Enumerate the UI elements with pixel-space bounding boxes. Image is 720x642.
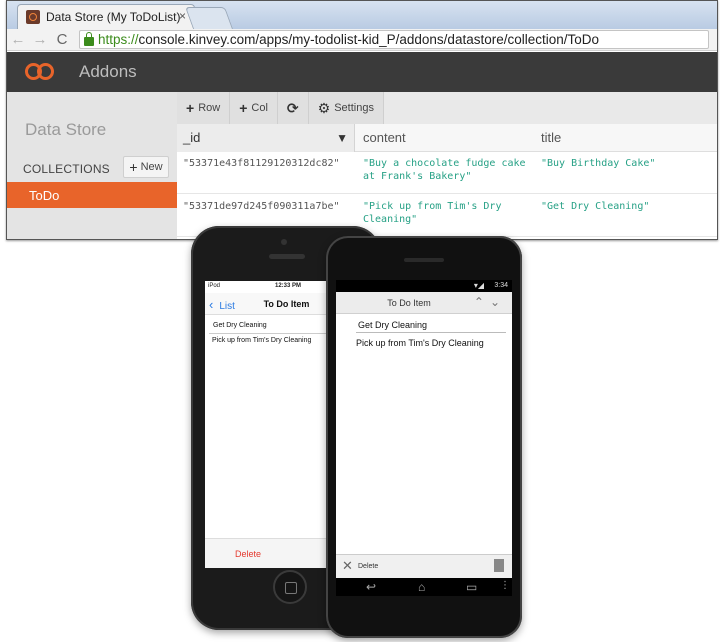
tab-strip: Data Store (My ToDoList) × bbox=[7, 1, 717, 29]
tab-title: Data Store (My ToDoList) bbox=[46, 10, 181, 24]
column-header-content[interactable]: content bbox=[357, 124, 535, 152]
browser-window: Data Store (My ToDoList) × ← → C https:/… bbox=[6, 0, 718, 240]
content-line: Cleaning" bbox=[363, 213, 418, 225]
grid-toolbar: + Row + Col ⟳ ⚙ Settings bbox=[177, 92, 717, 124]
home-button[interactable] bbox=[273, 570, 307, 604]
android-screen: ▾◢ 3:34 To Do Item ⌃⌄ Get Dry Cleaning P… bbox=[336, 280, 512, 596]
title-cell: "Buy Birthday Cake" bbox=[541, 158, 656, 169]
note-icon[interactable] bbox=[494, 559, 504, 572]
url-scheme: https:// bbox=[98, 32, 139, 47]
refresh-button[interactable]: ⟳ bbox=[278, 92, 309, 124]
column-header-id[interactable]: _id ▼ bbox=[177, 124, 355, 152]
add-column-button[interactable]: + Col bbox=[230, 92, 278, 124]
front-camera bbox=[281, 239, 287, 245]
content-cell: "Buy a chocolate fudge cake at Frank's B… bbox=[363, 158, 526, 183]
id-cell: "53371de97d245f090311a7be" bbox=[183, 201, 340, 212]
table-row[interactable]: "53371e43f81129120312dc82" "Buy a chocol… bbox=[177, 152, 717, 194]
close-icon[interactable]: ✕ bbox=[342, 558, 353, 574]
android-status-bar: ▾◢ 3:34 bbox=[336, 280, 512, 292]
address-bar[interactable]: https:// console.kinvey.com/apps/my-todo… bbox=[79, 30, 709, 49]
android-nav-bar: ↩ ⌂ ▭ ⋮ bbox=[336, 578, 512, 596]
back-arrow-icon[interactable]: ← bbox=[7, 31, 29, 48]
content-field[interactable]: Pick up from Tim's Dry Cleaning bbox=[356, 338, 484, 348]
sort-down-icon[interactable]: ▼ bbox=[336, 124, 348, 152]
new-button-label: New bbox=[140, 161, 163, 173]
column-header-title[interactable]: title bbox=[535, 124, 715, 152]
home-softkey-icon[interactable]: ⌂ bbox=[418, 580, 425, 594]
delete-button[interactable]: Delete bbox=[358, 563, 378, 570]
android-device: ▾◢ 3:34 To Do Item ⌃⌄ Get Dry Cleaning P… bbox=[326, 236, 522, 638]
overflow-menu-icon[interactable]: ⋮ bbox=[500, 580, 510, 591]
browser-tab-active[interactable]: Data Store (My ToDoList) × bbox=[17, 4, 195, 29]
divider bbox=[356, 332, 506, 333]
delete-button[interactable]: Delete bbox=[235, 549, 261, 559]
forward-arrow-icon[interactable]: → bbox=[29, 31, 51, 48]
back-softkey-icon[interactable]: ↩ bbox=[366, 580, 376, 594]
refresh-icon: ⟳ bbox=[286, 99, 299, 116]
status-time: 3:34 bbox=[494, 282, 508, 289]
add-column-label: Col bbox=[251, 102, 268, 114]
plus-icon: + bbox=[129, 159, 138, 175]
earpiece-speaker bbox=[404, 258, 444, 262]
app-header: Addons bbox=[7, 52, 717, 92]
sidebar-item-todo[interactable]: ToDo bbox=[7, 182, 177, 208]
earpiece-speaker bbox=[269, 254, 305, 259]
kinvey-favicon-icon bbox=[26, 10, 40, 24]
sidebar-title: Data Store bbox=[25, 120, 107, 139]
column-header-label: _id bbox=[183, 130, 201, 145]
add-row-button[interactable]: + Row bbox=[177, 92, 231, 124]
android-action-bar: To Do Item ⌃⌄ bbox=[336, 292, 512, 314]
lock-icon bbox=[84, 32, 94, 46]
new-tab-button[interactable] bbox=[184, 7, 234, 29]
status-time: 12:33 PM bbox=[275, 283, 302, 289]
kinvey-logo-icon[interactable] bbox=[23, 60, 59, 84]
sidebar: Data Store COLLECTIONS + New ToDo bbox=[7, 92, 177, 239]
signal-icon: ▾◢ bbox=[473, 281, 484, 290]
id-cell: "53371e43f81129120312dc82" bbox=[183, 158, 340, 169]
content-line: "Pick up from Tim's Dry bbox=[363, 201, 502, 212]
close-tab-icon[interactable]: × bbox=[179, 9, 186, 23]
title-field[interactable]: Get Dry Cleaning bbox=[213, 322, 267, 329]
new-collection-button[interactable]: + New bbox=[123, 156, 169, 178]
recents-softkey-icon[interactable]: ▭ bbox=[466, 580, 477, 594]
browser-toolbar: ← → C https:// console.kinvey.com/apps/m… bbox=[7, 29, 717, 51]
plus-icon: + bbox=[186, 100, 195, 116]
reload-icon[interactable]: C bbox=[51, 31, 73, 48]
title-field[interactable]: Get Dry Cleaning bbox=[358, 320, 427, 330]
plus-icon: + bbox=[239, 100, 248, 116]
settings-button[interactable]: ⚙ Settings bbox=[309, 92, 384, 124]
up-down-arrows-icon[interactable]: ⌃⌄ bbox=[474, 295, 506, 309]
screen-title: To Do Item bbox=[387, 298, 431, 308]
android-bottom-bar: ✕ Delete bbox=[336, 554, 512, 578]
content-line: at Frank's Bakery" bbox=[363, 170, 472, 182]
settings-label: Settings bbox=[334, 102, 374, 114]
table-header: _id ▼ content title bbox=[177, 124, 717, 152]
gear-icon: ⚙ bbox=[317, 99, 331, 116]
content-cell: "Pick up from Tim's Dry Cleaning" bbox=[363, 201, 501, 226]
content-line: "Buy a chocolate fudge cake bbox=[363, 158, 526, 169]
collections-heading: COLLECTIONS bbox=[23, 162, 110, 176]
add-row-label: Row bbox=[198, 102, 221, 114]
content-field[interactable]: Pick up from Tim's Dry Cleaning bbox=[212, 337, 311, 344]
url-path: console.kinvey.com/apps/my-todolist-kid_… bbox=[138, 32, 600, 47]
title-cell: "Get Dry Cleaning" bbox=[541, 201, 650, 212]
carrier-label: iPod bbox=[208, 283, 221, 289]
sidebar-item-label: ToDo bbox=[29, 187, 60, 203]
grid-toolbar-buttons: + Row + Col ⟳ ⚙ Settings bbox=[177, 92, 384, 124]
collection-grid: + Row + Col ⟳ ⚙ Settings _id ▼ content t… bbox=[177, 92, 717, 239]
page-title: Addons bbox=[79, 62, 137, 81]
